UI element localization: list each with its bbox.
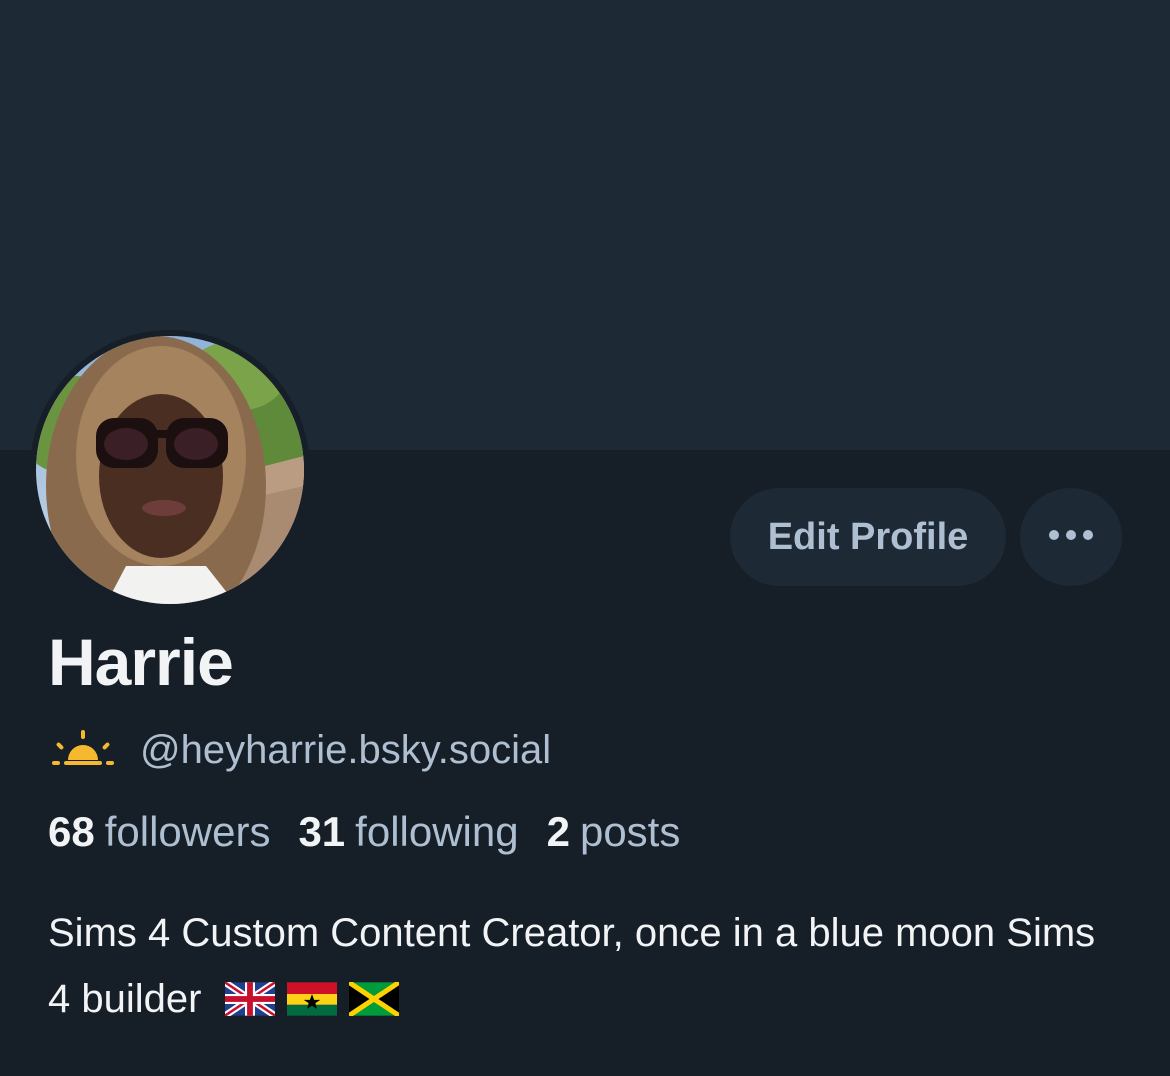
following-stat[interactable]: 31 following: [298, 808, 518, 856]
more-options-button[interactable]: [1020, 488, 1122, 586]
bio-text: Sims 4 Custom Content Creator, once in a…: [48, 911, 1096, 1021]
edit-profile-button[interactable]: Edit Profile: [730, 488, 1006, 586]
jamaica-flag-icon: [348, 970, 401, 1036]
followers-stat[interactable]: 68 followers: [48, 808, 270, 856]
followers-count: 68: [48, 808, 95, 855]
posts-stat: 2 posts: [547, 808, 681, 856]
posts-count: 2: [546, 808, 570, 855]
avatar-photo: [36, 336, 304, 604]
stats-row: 68 followers 31 following 2 posts: [48, 808, 708, 856]
profile-bio: Sims 4 Custom Content Creator, once in a…: [48, 900, 1128, 1036]
uk-flag-icon: [223, 970, 278, 1036]
bio-flags: [223, 977, 411, 1021]
handle-row: @heyharrie.bsky.social: [50, 722, 551, 778]
profile-handle[interactable]: @heyharrie.bsky.social: [140, 728, 551, 773]
followers-label: followers: [104, 808, 271, 855]
edit-profile-label: Edit Profile: [767, 515, 969, 558]
avatar[interactable]: [30, 330, 310, 610]
posts-label: posts: [579, 808, 681, 855]
sun-icon: [50, 729, 116, 771]
profile-page: Edit Profile Harrie @heyharrie.bsky.soci…: [0, 0, 1170, 1076]
following-count: 31: [298, 808, 346, 855]
more-horizontal-icon: [1048, 528, 1094, 546]
display-name: Harrie: [48, 625, 234, 699]
ghana-flag-icon: [287, 970, 338, 1036]
following-label: following: [355, 808, 519, 855]
